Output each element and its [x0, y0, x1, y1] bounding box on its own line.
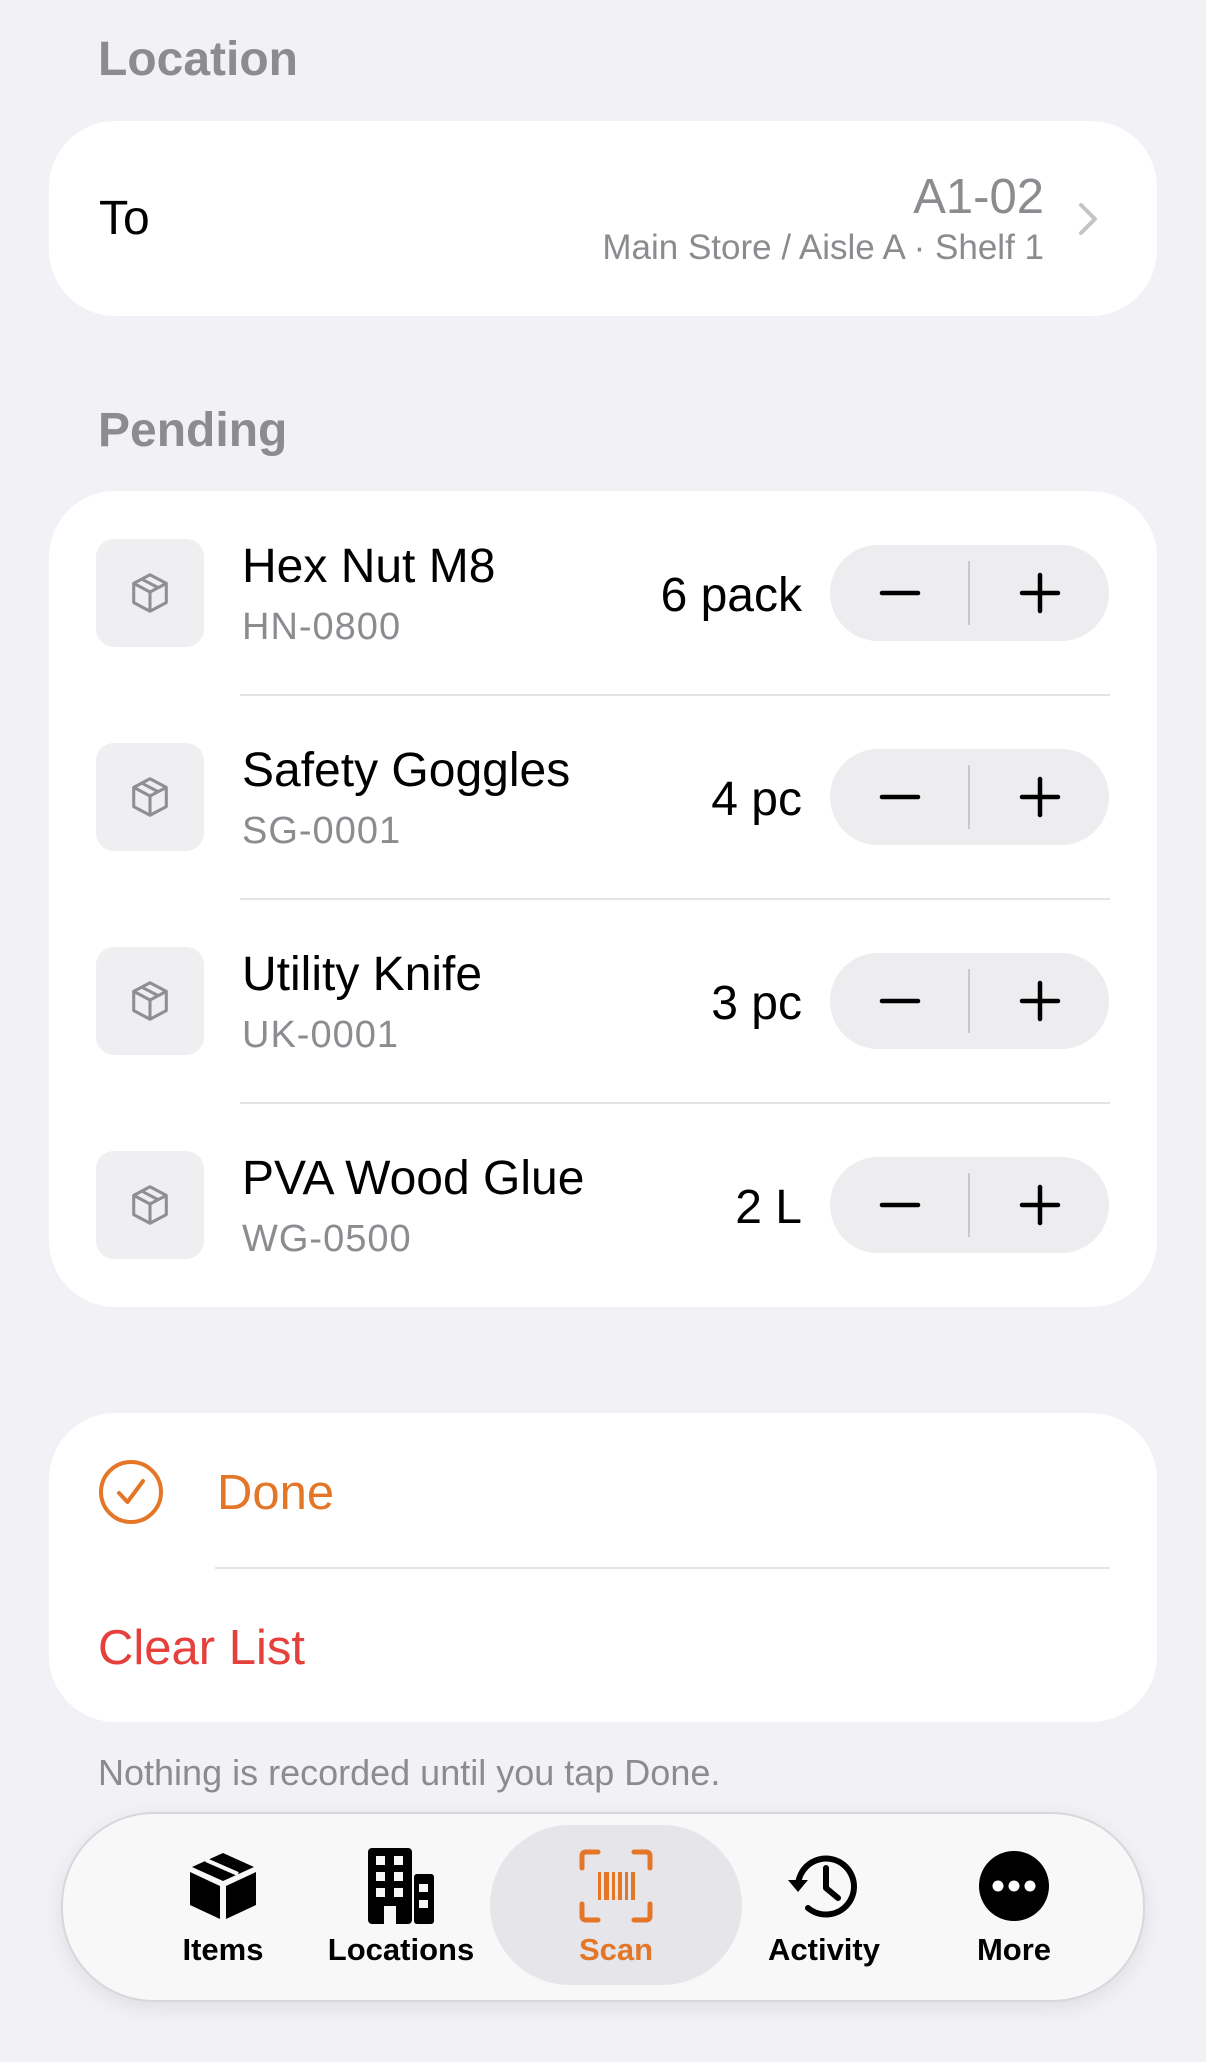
plus-icon: [1019, 1184, 1060, 1226]
item-name: Safety Goggles: [242, 744, 571, 797]
done-button[interactable]: Done: [49, 1413, 1157, 1568]
quantity-stepper: [830, 545, 1109, 641]
list-item: PVA Wood Glue WG-0500 2 L: [49, 1103, 1157, 1307]
item-thumbnail: [96, 947, 204, 1055]
decrement-button[interactable]: [830, 545, 969, 641]
increment-button[interactable]: [970, 953, 1109, 1049]
to-label: To: [99, 192, 150, 245]
destination-location-row[interactable]: To A1-02 Main Store / Aisle A · Shelf 1: [49, 121, 1157, 316]
tab-label: Scan: [578, 1932, 654, 1967]
tab-locations[interactable]: Locations: [321, 1814, 481, 2000]
plus-icon: [1019, 776, 1060, 818]
minus-icon: [879, 1202, 920, 1208]
item-name: Utility Knife: [242, 948, 483, 1001]
item-sku: SG-0001: [242, 810, 402, 852]
plus-icon: [1019, 572, 1060, 614]
item-sku: UK-0001: [242, 1014, 399, 1056]
pending-section-header: Pending: [98, 404, 288, 457]
location-path: Main Store / Aisle A · Shelf 1: [602, 228, 1044, 267]
item-name: Hex Nut M8: [242, 540, 496, 593]
item-thumbnail: [96, 1151, 204, 1259]
increment-button[interactable]: [970, 749, 1109, 845]
package-icon: [132, 1185, 168, 1225]
list-item: Safety Goggles SG-0001 4 pc: [49, 695, 1157, 900]
footnote-text: Nothing is recorded until you tap Done.: [98, 1752, 721, 1793]
plus-icon: [1019, 980, 1060, 1022]
decrement-button[interactable]: [830, 749, 969, 845]
location-section-header: Location: [98, 33, 298, 86]
package-icon: [132, 981, 168, 1021]
item-name: PVA Wood Glue: [242, 1152, 585, 1205]
pending-items-list: Hex Nut M8 HN-0800 6 pack Safety Goggles…: [49, 491, 1157, 1307]
item-sku: HN-0800: [242, 606, 402, 648]
increment-button[interactable]: [970, 545, 1109, 641]
tab-more[interactable]: More: [944, 1814, 1084, 2000]
package-icon: [132, 777, 168, 817]
tab-label: Locations: [327, 1932, 475, 1967]
clear-list-label: Clear List: [98, 1621, 305, 1675]
item-quantity: 4 pc: [711, 773, 802, 826]
item-quantity: 6 pack: [660, 569, 802, 622]
tab-label: More: [976, 1932, 1052, 1967]
minus-icon: [879, 590, 920, 596]
box-icon: [190, 1853, 256, 1919]
tab-activity[interactable]: Activity: [744, 1814, 904, 2000]
tab-bar: Items Locations Scan Activity More: [61, 1812, 1145, 2002]
done-label: Done: [217, 1466, 335, 1520]
tab-label: Activity: [768, 1932, 880, 1967]
history-clock-icon: [788, 1855, 857, 1918]
location-code: A1-02: [913, 170, 1044, 224]
item-thumbnail: [96, 743, 204, 851]
item-thumbnail: [96, 539, 204, 647]
list-item: Utility Knife UK-0001 3 pc: [49, 899, 1157, 1104]
actions-card: Done Clear List: [49, 1413, 1157, 1722]
ellipsis-circle-icon: [979, 1851, 1049, 1921]
package-icon: [132, 573, 168, 613]
quantity-stepper: [830, 953, 1109, 1049]
checkmark-circle-icon: [99, 1460, 163, 1524]
building-icon: [368, 1848, 434, 1924]
chevron-right-icon: [1079, 203, 1097, 235]
decrement-button[interactable]: [830, 1157, 969, 1253]
increment-button[interactable]: [970, 1157, 1109, 1253]
tab-label: Items: [182, 1932, 264, 1967]
quantity-stepper: [830, 1157, 1109, 1253]
list-item: Hex Nut M8 HN-0800 6 pack: [49, 491, 1157, 696]
tab-items[interactable]: Items: [153, 1814, 293, 2000]
item-sku: WG-0500: [242, 1218, 412, 1260]
clear-list-button[interactable]: Clear List: [49, 1569, 1157, 1722]
barcode-scan-icon: [579, 1849, 653, 1923]
minus-icon: [879, 794, 920, 800]
item-quantity: 3 pc: [711, 977, 802, 1030]
decrement-button[interactable]: [830, 953, 969, 1049]
tab-scan[interactable]: Scan: [536, 1814, 696, 2000]
minus-icon: [879, 998, 920, 1004]
quantity-stepper: [830, 749, 1109, 845]
item-quantity: 2 L: [735, 1181, 802, 1234]
